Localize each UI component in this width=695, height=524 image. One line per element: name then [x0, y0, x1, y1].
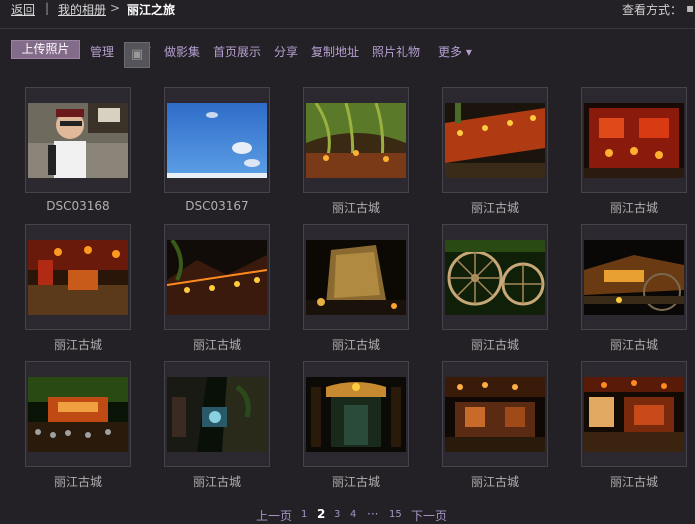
separator: | — [45, 1, 50, 15]
photo-thumbnail[interactable] — [164, 87, 270, 193]
photo-caption[interactable]: 丽江古城 — [303, 199, 409, 216]
view-mode-label: 查看方式： — [622, 3, 683, 17]
next-page-link[interactable]: 下一页 — [411, 507, 447, 524]
photo-image — [28, 377, 128, 452]
homepage-display-link[interactable]: 首页展示 — [213, 43, 261, 60]
photo-image — [306, 377, 406, 452]
photo-caption[interactable]: DSC03167 — [164, 199, 270, 213]
my-album-link[interactable]: 我的相册 — [58, 1, 106, 18]
breadcrumb-chevron-icon: > — [110, 1, 121, 15]
photo-caption[interactable]: 丽江古城 — [581, 199, 687, 216]
photo-thumbnail[interactable] — [442, 224, 548, 330]
photo-image — [28, 103, 128, 178]
photo-caption[interactable]: 丽江古城 — [442, 336, 548, 353]
photo-caption[interactable]: 丽江古城 — [25, 336, 131, 353]
photo-thumbnail[interactable] — [25, 361, 131, 467]
page-link-15[interactable]: 15 — [389, 509, 402, 520]
photo-caption[interactable]: 丽江古城 — [25, 473, 131, 490]
photo-thumbnail[interactable] — [303, 224, 409, 330]
page-link-1[interactable]: 1 — [301, 509, 307, 520]
photo-image — [584, 240, 684, 315]
photo-caption[interactable]: 丽江古城 — [303, 473, 409, 490]
page-ellipsis: ··· — [367, 507, 379, 521]
photo-image — [445, 377, 545, 452]
photo-thumbnail[interactable] — [581, 361, 687, 467]
photo-thumbnail[interactable] — [164, 224, 270, 330]
more-link[interactable]: 更多 ▾ — [438, 43, 472, 60]
manage-link[interactable]: 管理 — [90, 43, 114, 60]
photo-image — [584, 103, 684, 178]
page-link-2[interactable]: 2 — [317, 507, 325, 521]
share-link[interactable]: 分享 — [274, 43, 298, 60]
photo-thumbnail[interactable] — [25, 87, 131, 193]
photo-caption[interactable]: 丽江古城 — [442, 199, 548, 216]
copy-address-link[interactable]: 复制地址 — [311, 43, 359, 60]
sort-cursor-icon: ▣ — [124, 42, 150, 68]
album-title: 丽江之旅 — [127, 3, 176, 17]
photo-thumbnail[interactable] — [581, 87, 687, 193]
back-link[interactable]: 返回 — [11, 1, 35, 18]
divider — [0, 28, 695, 29]
photo-caption[interactable]: 丽江古城 — [442, 473, 548, 490]
prev-page-link[interactable]: 上一页 — [256, 507, 292, 524]
photo-caption[interactable]: 丽江古城 — [581, 336, 687, 353]
upload-photo-button[interactable]: 上传照片 — [11, 40, 80, 59]
photo-image — [28, 240, 128, 315]
page-link-3[interactable]: 3 — [334, 509, 340, 520]
pagination: 上一页 1 2 3 4 ··· 15 下一页 — [0, 507, 695, 523]
photo-image — [445, 240, 545, 315]
page-link-4[interactable]: 4 — [350, 509, 356, 520]
photo-image — [167, 103, 267, 178]
photo-thumbnail[interactable] — [303, 87, 409, 193]
photo-image — [584, 377, 684, 452]
photo-thumbnail[interactable] — [581, 224, 687, 330]
photo-caption[interactable]: DSC03168 — [25, 199, 131, 213]
photo-image — [306, 240, 406, 315]
view-mode-icon[interactable]: ▪ — [686, 1, 694, 15]
photo-thumbnail[interactable] — [442, 87, 548, 193]
photo-thumbnail[interactable] — [25, 224, 131, 330]
photo-caption[interactable]: 丽江古城 — [164, 473, 270, 490]
photo-caption[interactable]: 丽江古城 — [581, 473, 687, 490]
photo-image — [167, 377, 267, 452]
photo-image — [445, 103, 545, 178]
photo-image — [306, 103, 406, 178]
photo-gift-link[interactable]: 照片礼物 — [372, 43, 420, 60]
toolbar: 上传照片 管理排序做影集首页展示分享复制地址照片礼物更多 ▾ — [0, 40, 695, 62]
top-bar: 返回 | 我的相册 > 丽江之旅 查看方式： ▪ — [0, 0, 695, 20]
photo-thumbnail[interactable] — [164, 361, 270, 467]
photo-caption[interactable]: 丽江古城 — [164, 336, 270, 353]
photo-image — [167, 240, 267, 315]
photo-thumbnail[interactable] — [442, 361, 548, 467]
photo-thumbnail[interactable] — [303, 361, 409, 467]
photo-caption[interactable]: 丽江古城 — [303, 336, 409, 353]
make-slideshow-link[interactable]: 做影集 — [164, 43, 200, 60]
